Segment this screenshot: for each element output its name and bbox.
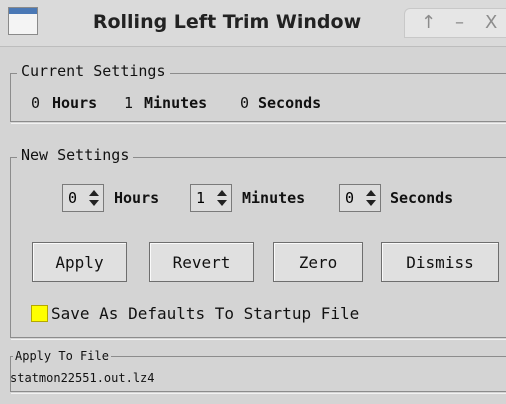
minutes-spinbox[interactable]: 1 xyxy=(190,184,232,212)
minutes-label: Minutes xyxy=(242,189,306,207)
raise-window-icon[interactable]: ↑ xyxy=(421,12,436,34)
apply-button[interactable]: Apply xyxy=(32,242,127,282)
zero-button[interactable]: Zero xyxy=(273,242,363,282)
new-settings-legend: New Settings xyxy=(17,146,134,164)
dismiss-button[interactable]: Dismiss xyxy=(381,242,499,282)
minutes-stepper-icon[interactable] xyxy=(217,188,227,208)
window-controls: ↑ – X xyxy=(404,8,506,38)
hours-spinbox[interactable]: 0 xyxy=(62,184,104,212)
revert-button[interactable]: Revert xyxy=(149,242,254,282)
hours-stepper-icon[interactable] xyxy=(89,188,99,208)
trim-window: Rolling Left Trim Window ↑ – X Current S… xyxy=(0,0,506,404)
apply-to-file-legend: Apply To File xyxy=(13,349,111,363)
current-seconds-value: 0 xyxy=(240,94,250,112)
save-defaults-label[interactable]: Save As Defaults To Startup File xyxy=(51,304,359,323)
current-hours-value: 0 xyxy=(31,94,41,112)
close-icon[interactable]: X xyxy=(485,12,497,34)
current-seconds-label: Seconds xyxy=(258,94,322,112)
seconds-input[interactable]: 0 xyxy=(345,189,354,207)
current-settings-legend: Current Settings xyxy=(17,62,170,80)
seconds-spinbox[interactable]: 0 xyxy=(339,184,381,212)
minutes-input[interactable]: 1 xyxy=(196,189,205,207)
apply-to-file-name: statmon22551.out.lz4 xyxy=(10,371,155,385)
hours-input[interactable]: 0 xyxy=(68,189,77,207)
seconds-label: Seconds xyxy=(390,189,454,207)
hours-label: Hours xyxy=(114,189,160,207)
window-menu-icon[interactable] xyxy=(8,7,38,35)
current-hours-label: Hours xyxy=(52,94,98,112)
minimize-icon[interactable]: – xyxy=(455,12,464,34)
window-title: Rolling Left Trim Window xyxy=(92,11,362,33)
seconds-stepper-icon[interactable] xyxy=(366,188,376,208)
current-minutes-value: 1 xyxy=(124,94,134,112)
save-defaults-checkbox[interactable] xyxy=(31,305,48,322)
current-minutes-label: Minutes xyxy=(144,94,208,112)
title-bar[interactable]: Rolling Left Trim Window ↑ – X xyxy=(0,0,506,47)
